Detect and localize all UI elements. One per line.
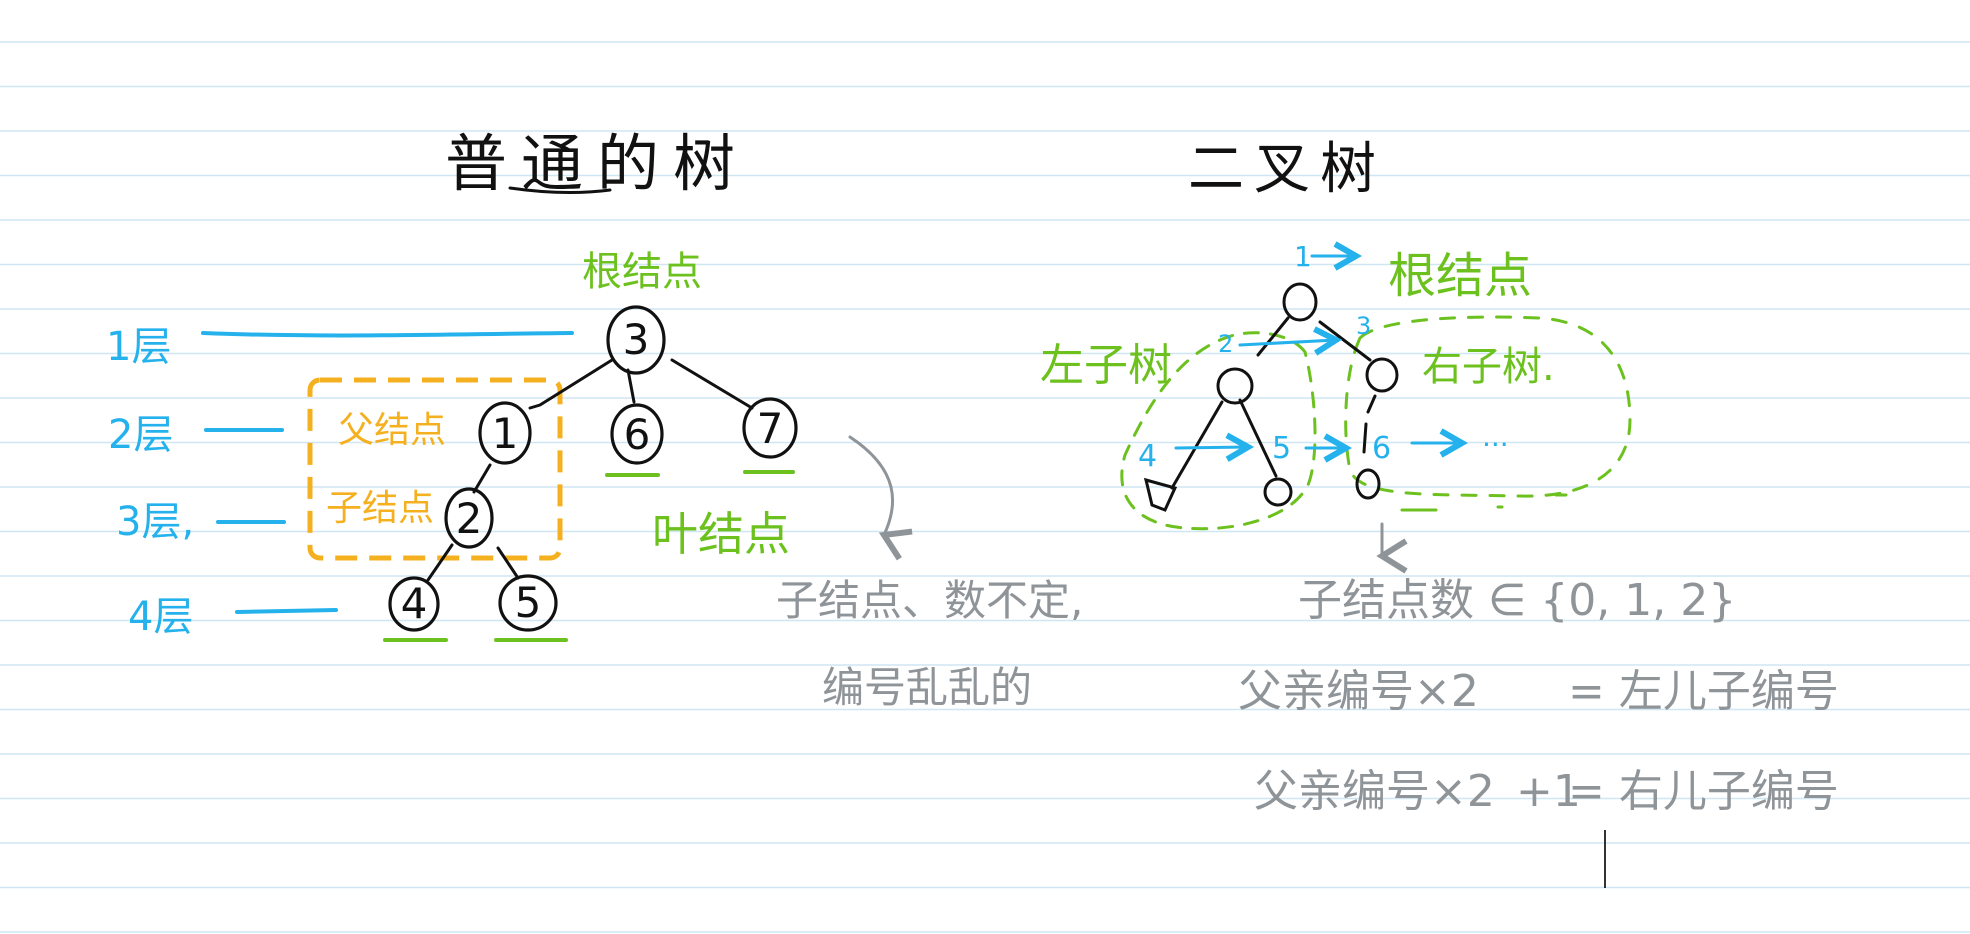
bt-num-5: 5 xyxy=(1272,431,1291,466)
node-6-label: 6 xyxy=(624,410,651,459)
bt-node-3 xyxy=(1365,357,1399,393)
left-note-arrow xyxy=(848,435,913,561)
formula-2-right: = 右儿子编号 xyxy=(1568,766,1839,817)
right-subtree-label: 右子树. xyxy=(1422,344,1555,390)
node-7-label: 7 xyxy=(757,404,784,453)
bt-num-3: 3 xyxy=(1356,312,1371,340)
bt-num-1: 1 xyxy=(1294,240,1312,273)
level-4-line xyxy=(235,608,338,614)
child-label: 子结点 xyxy=(326,488,434,529)
formula-2-left: 父亲编号×2 xyxy=(1254,766,1495,817)
leaf-label: 叶结点 xyxy=(652,507,790,561)
diagram-svg: 普通的树 根结点 1层 2层 3层, 4层 父结点 子结点 3 1 6 7 2 … xyxy=(0,41,1970,933)
level-2-label: 2层 xyxy=(108,412,173,458)
bt-node-5 xyxy=(1263,477,1293,507)
bt-node-1 xyxy=(1282,282,1318,322)
node-2-label: 2 xyxy=(456,494,483,543)
level-3-label: 3层, xyxy=(116,499,194,545)
bt-arrow-2 xyxy=(1238,340,1336,345)
left-note-line1: 子结点、数不定, xyxy=(776,576,1083,625)
right-title: 二叉树 xyxy=(1188,137,1386,202)
bt-leaf-marks xyxy=(1400,493,1568,512)
node-1-label: 1 xyxy=(492,409,519,458)
tree-node-labels: 3 1 6 7 2 4 5 xyxy=(401,315,784,628)
notebook-canvas: 普通的树 根结点 1层 2层 3层, 4层 父结点 子结点 3 1 6 7 2 … xyxy=(0,0,1970,934)
text-cursor xyxy=(1604,830,1606,888)
node-5-label: 5 xyxy=(515,578,542,627)
parent-label: 父结点 xyxy=(338,410,446,451)
right-note-children: 子结点数 ∈ {0, 1, 2} xyxy=(1298,575,1736,626)
node-3-label: 3 xyxy=(623,315,650,364)
bt-node-6 xyxy=(1355,468,1381,500)
left-note-line2: 编号乱乱的 xyxy=(822,663,1032,712)
bt-arrow-4 xyxy=(1174,447,1248,448)
bt-num-6: 6 xyxy=(1372,431,1391,466)
bt-num-4: 4 xyxy=(1138,439,1157,474)
node-4-label: 4 xyxy=(401,579,428,628)
level-1-line xyxy=(201,331,574,338)
level-1-label: 1层 xyxy=(106,324,171,370)
tree-nodes xyxy=(388,305,798,632)
level-4-label: 4层 xyxy=(128,594,193,640)
bt-ellipsis: ... xyxy=(1482,420,1509,453)
root-label-left: 根结点 xyxy=(582,249,702,295)
left-title: 普通的树 xyxy=(445,127,749,200)
formula-1-right: = 左儿子编号 xyxy=(1568,666,1839,717)
left-subtree-label: 左子树 xyxy=(1040,340,1172,391)
root-label-right: 根结点 xyxy=(1388,248,1532,304)
bt-num-2: 2 xyxy=(1218,330,1233,358)
bt-node-4 xyxy=(1143,477,1178,512)
formula-1-left: 父亲编号×2 xyxy=(1238,666,1479,717)
